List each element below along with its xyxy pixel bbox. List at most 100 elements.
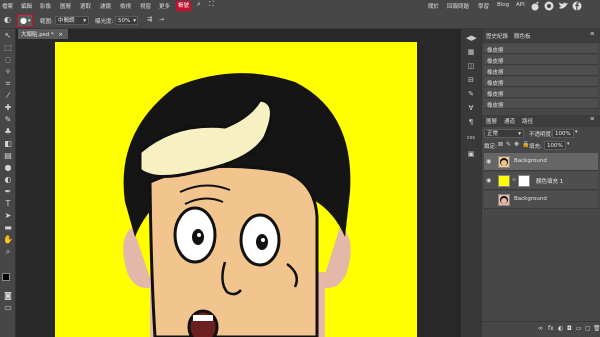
tab-swatches[interactable]: 顏色板 <box>514 32 531 40</box>
opacity-label: 不透明度: <box>529 132 553 138</box>
layer-row-color-fill[interactable]: ◉ ∞ 顏色填充 1 <box>484 172 598 190</box>
link-icon[interactable]: ∞ <box>512 177 516 183</box>
paragraph-panel-icon[interactable]: ¶ <box>466 117 476 127</box>
blend-mode-select[interactable]: 正常 ▾ <box>484 129 524 138</box>
path-select-tool-icon[interactable]: ➤ <box>3 211 13 221</box>
menu-about[interactable]: 關於 <box>428 2 439 10</box>
menu-view[interactable]: 檢視 <box>120 2 131 10</box>
gradient-tool-icon[interactable]: ▤ <box>3 151 13 161</box>
close-icon[interactable]: × <box>58 32 63 38</box>
document-tab[interactable]: 大頭貼.psd * × <box>18 29 68 39</box>
menu-learn[interactable]: 學習 <box>478 2 489 10</box>
lock-position-icon[interactable]: ✥ <box>514 141 519 148</box>
history-item[interactable]: 橡皮擦 <box>484 99 598 109</box>
eyedropper-tool-icon[interactable]: ⁄ <box>3 91 13 101</box>
swatches-panel-icon[interactable]: ◫ <box>466 61 476 71</box>
tab-layers[interactable]: 圖層 <box>486 117 497 125</box>
blur-tool-icon[interactable]: ● <box>3 163 13 173</box>
tab-paths[interactable]: 路徑 <box>522 117 533 125</box>
menu-image[interactable]: 影像 <box>40 2 51 10</box>
layer-thumbnail <box>498 194 510 206</box>
menu-edit[interactable]: 編輯 <box>21 2 32 10</box>
menu-account[interactable]: 帳號 <box>176 1 192 11</box>
menu-window[interactable]: 視窗 <box>140 2 151 10</box>
history-item[interactable]: 橡皮擦 <box>484 44 598 54</box>
menu-file[interactable]: 檔案 <box>2 2 13 10</box>
brush-preset-picker[interactable]: ● ▾ <box>17 14 33 27</box>
chevron-down-icon[interactable]: ▾ <box>575 129 578 135</box>
github-icon[interactable] <box>544 1 554 11</box>
layer-row-background-top[interactable]: ◉ Background <box>484 153 598 171</box>
healing-tool-icon[interactable]: ✚ <box>3 103 13 113</box>
menu-layer[interactable]: 圖層 <box>60 2 71 10</box>
history-item[interactable]: 橡皮擦 <box>484 66 598 76</box>
protect-tones-icon[interactable]: → <box>159 16 164 23</box>
tab-channels[interactable]: 通道 <box>504 117 515 125</box>
clone-stamp-tool-icon[interactable]: ♣ <box>3 127 13 137</box>
airbrush-icon[interactable]: ⇶ <box>147 16 152 23</box>
history-item[interactable]: 橡皮擦 <box>484 77 598 87</box>
menu-select[interactable]: 選取 <box>80 2 91 10</box>
fill-input[interactable]: 100% <box>544 141 566 150</box>
new-layer-icon[interactable]: ▢ <box>585 325 591 332</box>
search-icon[interactable]: ⌕ <box>197 0 201 9</box>
adjustments-panel-icon[interactable]: ⊟ <box>466 75 476 85</box>
chevron-down-icon[interactable]: ▾ <box>567 141 570 147</box>
eye-icon[interactable]: ◉ <box>486 177 491 184</box>
pen-tool-icon[interactable]: ✒ <box>3 187 13 197</box>
brush-tool-icon[interactable]: ✎ <box>3 115 13 125</box>
tool-preset-icon[interactable]: ◐ <box>4 15 11 24</box>
menu-more[interactable]: 更多 <box>159 2 170 10</box>
adjustment-layer-icon[interactable]: ◐ <box>558 325 563 332</box>
quick-mask-icon[interactable]: ◙ <box>3 291 13 301</box>
image-panel-icon[interactable]: ▣ <box>466 149 476 159</box>
mask-icon[interactable]: ◘ <box>567 325 572 332</box>
eraser-tool-icon[interactable]: ◧ <box>3 139 13 149</box>
lock-pixels-icon[interactable]: ✎ <box>506 141 511 148</box>
marquee-tool-icon[interactable]: ⬚ <box>3 43 13 53</box>
history-item[interactable]: 橡皮擦 <box>484 55 598 65</box>
eye-hidden-icon[interactable]: ◉ <box>486 196 491 203</box>
menu-blog[interactable]: Blog <box>497 2 509 8</box>
panel-menu-icon[interactable]: ≡ <box>590 31 595 37</box>
move-tool-icon[interactable]: ↖ <box>3 31 13 41</box>
lock-transparency-icon[interactable]: ⊠ <box>498 141 503 148</box>
link-layers-icon[interactable]: ∞ <box>538 325 543 332</box>
history-item[interactable]: 橡皮擦 <box>484 88 598 98</box>
exposure-input[interactable]: 50% ▾ <box>115 16 138 25</box>
expand-panels-icon[interactable]: ◀▶ <box>466 33 477 43</box>
menu-api[interactable]: API <box>516 2 525 8</box>
crop-tool-icon[interactable]: ⌗ <box>3 79 13 89</box>
tab-history[interactable]: 歷史紀錄 <box>486 32 508 40</box>
dodge-tool-icon[interactable]: ◐ <box>3 175 13 185</box>
lasso-tool-icon[interactable]: ◌ <box>3 55 13 65</box>
css-panel-icon[interactable]: css <box>466 133 476 143</box>
new-group-icon[interactable]: ▭ <box>576 325 582 332</box>
fill-label: 填充: <box>529 144 542 150</box>
opacity-input[interactable]: 100% <box>552 129 574 138</box>
history-panel-icon[interactable]: ▦ <box>466 47 476 57</box>
zoom-tool-icon[interactable]: ⌕ <box>3 247 13 257</box>
layer-row-background-bottom[interactable]: ◉ Background <box>484 191 598 209</box>
brush-panel-icon[interactable]: ✎ <box>466 89 476 99</box>
facebook-icon[interactable] <box>572 1 582 11</box>
reddit-icon[interactable] <box>530 1 540 11</box>
menu-report-bug[interactable]: 回報問題 <box>447 2 469 10</box>
screen-mode-icon[interactable]: ▭ <box>3 303 13 313</box>
document-canvas[interactable] <box>55 42 417 337</box>
magic-wand-tool-icon[interactable]: ✧ <box>3 67 13 77</box>
shape-tool-icon[interactable]: ▬ <box>3 223 13 233</box>
foreground-color-swatch[interactable] <box>2 273 10 281</box>
range-select[interactable]: 中間調 ▾ <box>55 16 89 25</box>
range-select-value: 中間調 <box>58 18 75 24</box>
menu-filter[interactable]: 濾鏡 <box>100 2 111 10</box>
twitter-icon[interactable] <box>558 1 569 11</box>
fullscreen-icon[interactable]: ⛶ <box>209 0 214 9</box>
eye-icon[interactable]: ◉ <box>486 158 491 165</box>
layer-effects-icon[interactable]: fx <box>548 325 554 332</box>
type-tool-icon[interactable]: T <box>3 199 13 209</box>
delete-layer-icon[interactable]: 🗑 <box>593 325 600 332</box>
panel-menu-icon[interactable]: ≡ <box>590 116 595 122</box>
hand-tool-icon[interactable]: ✋ <box>3 235 13 245</box>
character-panel-icon[interactable]: Ɐ <box>466 103 476 113</box>
